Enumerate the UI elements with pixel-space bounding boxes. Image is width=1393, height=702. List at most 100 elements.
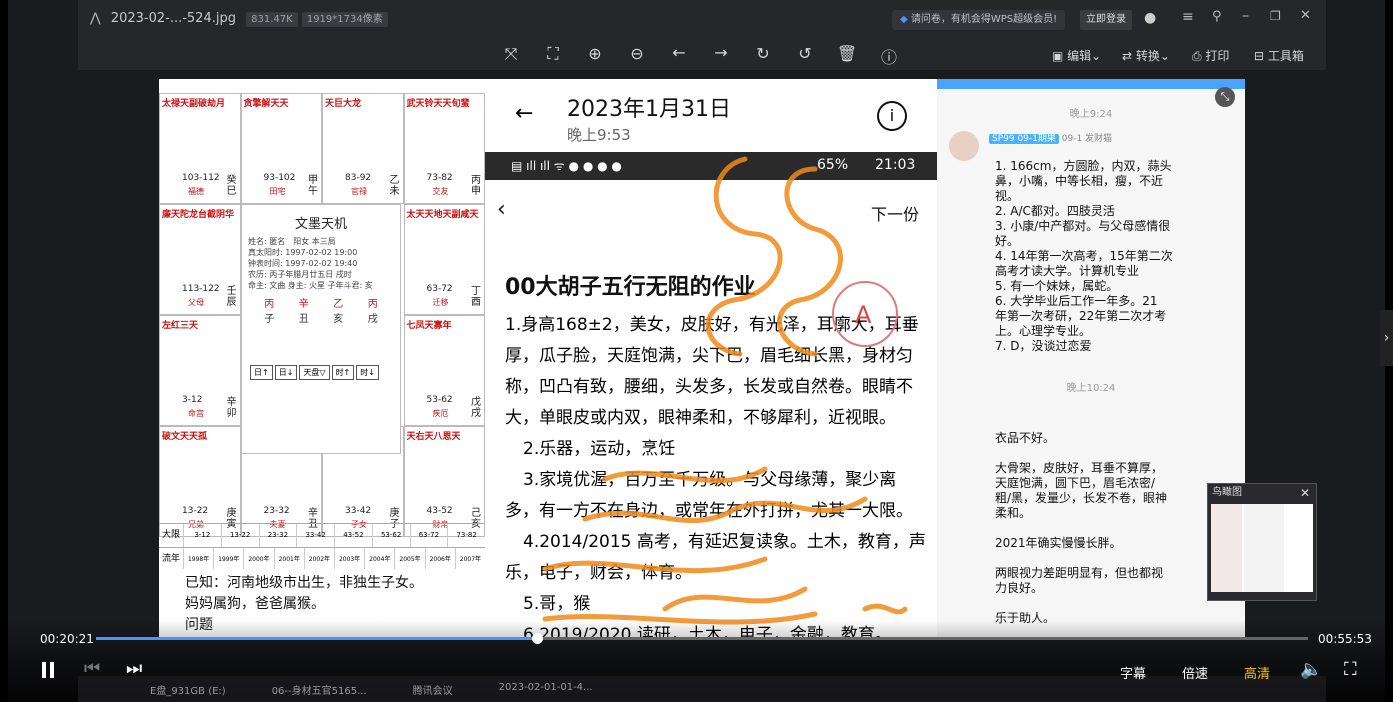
chat-sender: SP99 09-1期果 09-1 发财猫: [989, 131, 1112, 144]
edit-label: 编辑: [1067, 49, 1092, 63]
palace-range: 43-52: [426, 506, 453, 516]
palace-cell: 天右天八恩天 43-52 财帛 己亥: [403, 426, 485, 537]
maximize-icon[interactable]: ❐: [1270, 9, 1281, 23]
login-button[interactable]: 立即登录: [1080, 10, 1132, 30]
promo-text: 请问卷，有机会得WPS超级会员!: [910, 14, 1058, 25]
actual-size-icon[interactable]: ⛶: [542, 44, 564, 64]
chat-line: [995, 551, 1235, 566]
palace-stars: 破文天天孤: [162, 432, 208, 442]
next-track-icon[interactable]: ⏭: [126, 658, 142, 679]
palace-cell: 贪擎解天天 93-102 田宅 甲午: [240, 93, 322, 204]
circle-option[interactable]: 日↓: [274, 365, 298, 380]
convert-button[interactable]: ⇄ 转换⌄: [1122, 47, 1170, 64]
rotate-left-icon[interactable]: ↺: [794, 44, 816, 63]
dayun-cell: 33-42: [296, 524, 334, 547]
pause-icon[interactable]: [38, 658, 58, 682]
dayun-cell: 3-12: [183, 524, 221, 547]
palace-stars: 天巨大龙: [325, 99, 362, 109]
palace-name: 官禄: [351, 187, 367, 196]
chat-line: [995, 596, 1235, 611]
avatar: [949, 131, 979, 161]
subtitle-button[interactable]: 字幕: [1120, 663, 1146, 682]
liunian-cell: 1998年: [183, 548, 213, 571]
taskbar-item[interactable]: 腾讯会议: [413, 682, 453, 697]
minimize-icon[interactable]: –: [1242, 8, 1249, 24]
current-time: 00:20:21: [40, 632, 94, 646]
rotate-right-icon[interactable]: ↻: [752, 44, 774, 63]
minimap-thumbnail: [1211, 504, 1313, 592]
pillar-branch: 子: [264, 314, 275, 325]
progress-played: [96, 637, 538, 640]
info-circle-icon: i: [877, 101, 907, 131]
circle-option[interactable]: 天盘▽: [299, 365, 330, 380]
diamond-icon: ◆: [900, 14, 908, 25]
promo-banner[interactable]: ◆ 请问卷，有机会得WPS超级会员!: [892, 10, 1066, 30]
prev-icon[interactable]: ←: [668, 43, 690, 62]
speed-button[interactable]: 倍速: [1182, 663, 1208, 682]
fullscreen-icon[interactable]: ⛶: [1344, 659, 1357, 680]
info-icon[interactable]: ⓘ: [878, 44, 900, 68]
palace-stars: 左红三天: [162, 321, 199, 331]
chat-line: 高考才读大学。计算机专业: [995, 264, 1140, 278]
chat-line: 7. D，没谈过恋爱: [995, 339, 1092, 353]
chat-line: 力良好。: [995, 581, 1044, 595]
palace-range: 73-82: [426, 173, 453, 183]
edit-button[interactable]: ▣ 编辑⌄: [1052, 47, 1101, 64]
print-button[interactable]: ⎙ 打印: [1192, 47, 1229, 64]
toolbox-button[interactable]: ⊟ 工具箱: [1254, 47, 1304, 64]
user-icon[interactable]: ●: [1144, 10, 1156, 26]
liunian-cell: 2004年: [364, 548, 394, 571]
member-tag: SP99 09-1期果: [989, 134, 1059, 144]
file-size: 831.47K: [246, 12, 298, 27]
wps-logo-icon: ⋀: [90, 11, 101, 26]
pin-icon[interactable]: ⚲: [1212, 9, 1222, 24]
delete-icon[interactable]: 🗑: [836, 44, 858, 63]
chat-line: 柔和。: [995, 506, 1032, 520]
taskbar-item[interactable]: 2023-02-01-01-4...: [499, 682, 593, 697]
chat-line: 3. 小康/中产都对。与父母感情很: [995, 219, 1171, 233]
volume-icon[interactable]: 🔈: [1300, 659, 1322, 680]
orange-scribbles: [542, 156, 908, 625]
progress-track[interactable]: [96, 633, 1308, 644]
palace-ganzhi: 丙申: [471, 175, 481, 197]
pillar-branch: 戌: [367, 314, 378, 325]
chart-info-line: 农历: 丙子年腊月廿五日 戌时: [248, 270, 352, 279]
next-icon[interactable]: →: [710, 43, 732, 62]
sender-name: 09-1 发财猫: [1061, 134, 1113, 144]
close-icon[interactable]: ✕: [1300, 8, 1311, 23]
taskbar-item[interactable]: E盘_931GB (E:): [150, 682, 226, 697]
chat-line: 粗/黑，发量少，长发不卷，眼神: [995, 491, 1168, 505]
palace-range: 53-62: [426, 395, 453, 405]
quality-button[interactable]: 高清: [1244, 663, 1270, 682]
total-time: 00:55:53: [1318, 632, 1372, 646]
palace-stars: 廉天陀龙台截阴华: [162, 210, 235, 220]
circle-option[interactable]: 时↑: [331, 365, 355, 380]
liunian-cell: 2007年: [454, 548, 485, 571]
taskbar-item[interactable]: 06--身材五官5165...: [272, 682, 367, 697]
chat-line: 年第一次考研，22年第二次才考: [995, 309, 1167, 323]
print-label: 打印: [1205, 49, 1230, 63]
fit-icon[interactable]: ⤧: [500, 44, 522, 64]
chat-line: 6. 大学毕业后工作一年多。21: [995, 294, 1158, 308]
liunian-cell: 2000年: [243, 548, 273, 571]
liunian-cell: 2006年: [424, 548, 455, 571]
file-name: 2023-02-...-524.jpg: [110, 11, 236, 26]
minimap-panel[interactable]: 鸟瞰图 ✕: [1207, 483, 1317, 601]
palace-ganzhi: 壬辰: [226, 286, 237, 308]
close-icon[interactable]: ✕: [1300, 484, 1310, 502]
zoom-in-icon[interactable]: ⊕: [584, 44, 606, 63]
previous-icon[interactable]: ⏮: [84, 658, 100, 679]
circle-option[interactable]: 时↓: [356, 365, 379, 380]
chat-line: 两眼视力差距明显有，但也都视: [995, 566, 1164, 580]
menu-icon[interactable]: ≡: [1182, 9, 1194, 25]
next-page-arrow-icon[interactable]: ›: [1380, 310, 1393, 366]
circle-option[interactable]: 日↑: [250, 365, 273, 380]
chat-message-2: 衣品不好。 大骨架，皮肤好，耳垂不算厚， 天庭饱满，圆下巴，眉毛浓密/粗/黑，发量…: [995, 431, 1235, 639]
pillar-stem: 乙: [333, 299, 344, 310]
palace-ganzhi: 戊戌: [471, 397, 481, 419]
expand-icon[interactable]: ⤡: [1215, 87, 1235, 107]
convert-label: 转换: [1135, 49, 1160, 63]
zoom-out-icon[interactable]: ⊖: [626, 44, 648, 63]
dayun-cell: 53-62: [371, 524, 410, 547]
chat-line: 鼻，小嘴，中等长相，瘦，不近: [995, 174, 1164, 188]
